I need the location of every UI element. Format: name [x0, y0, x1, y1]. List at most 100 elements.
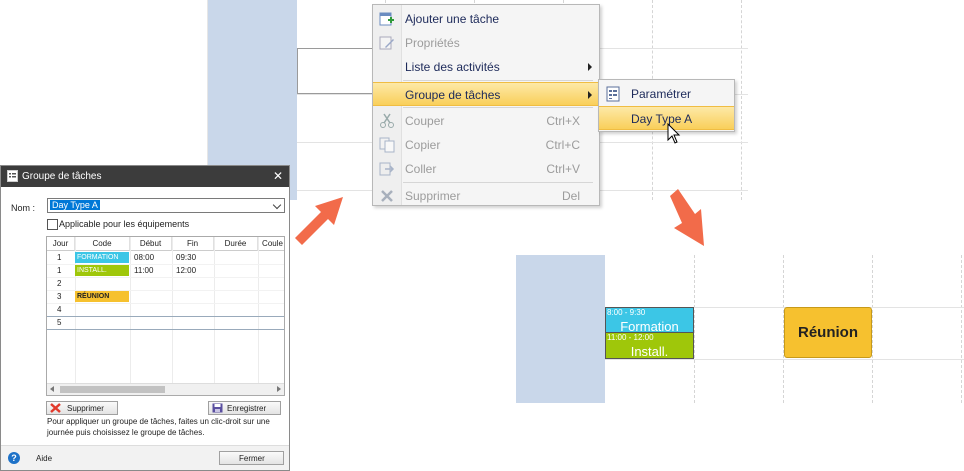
row-divider [47, 277, 284, 278]
submenu-item-configure[interactable]: Paramétrer [599, 82, 734, 106]
cell-day[interactable]: 4 [57, 303, 61, 316]
delete-button-label: Supprimer [67, 404, 104, 413]
cell-end[interactable]: 09:30 [176, 251, 196, 264]
row-divider [47, 316, 284, 317]
close-button-label: Fermer [239, 454, 265, 463]
dialog-footer: ? Aide Fermer [1, 445, 289, 470]
menu-item-label: Paramétrer [631, 87, 692, 101]
copy-icon [379, 137, 395, 153]
task-group-icon [7, 170, 18, 182]
context-menu: Ajouter une tâche Propriétés Liste des a… [372, 4, 600, 206]
grid-line [741, 0, 742, 200]
column-header[interactable]: Code [75, 237, 130, 251]
cell-end[interactable]: 12:00 [176, 264, 196, 277]
equipment-checkbox[interactable] [47, 219, 58, 230]
menu-item-copy[interactable]: Copier Ctrl+C [373, 133, 599, 157]
help-icon[interactable]: ? [8, 452, 20, 464]
column-header[interactable]: Fin [172, 237, 214, 251]
cell-day[interactable]: 1 [57, 251, 61, 264]
menu-item-paste[interactable]: Coller Ctrl+V [373, 157, 599, 181]
name-combobox[interactable]: Day Type A [47, 198, 285, 213]
cell-start[interactable]: 11:00 [134, 264, 153, 277]
arrow-icon [295, 197, 343, 245]
column-header[interactable]: Coule [258, 237, 284, 251]
menu-item-label: Day Type A [631, 112, 693, 126]
day-header-column [516, 255, 605, 403]
grid-line [872, 255, 873, 403]
menu-item-shortcut: Del [561, 189, 580, 203]
cell-day[interactable]: 5 [57, 316, 61, 329]
column-header[interactable]: Durée [214, 237, 258, 251]
save-button-label: Enregistrer [227, 404, 267, 413]
scroll-left-icon[interactable] [50, 386, 54, 392]
row-divider [47, 303, 284, 304]
menu-item-delete[interactable]: Supprimer Del [373, 184, 599, 205]
menu-item-properties[interactable]: Propriétés [373, 31, 599, 55]
task-time: 11:00 - 12:00 [607, 333, 654, 342]
save-button[interactable]: Enregistrer [208, 401, 281, 415]
dialog-title: Groupe de tâches [22, 171, 102, 182]
help-note: Pour appliquer un groupe de tâches, fait… [47, 417, 270, 437]
name-label: Nom : [11, 203, 36, 213]
cell-day[interactable]: 1 [57, 264, 61, 277]
menu-separator [403, 182, 593, 183]
chevron-down-icon[interactable] [272, 200, 282, 210]
menu-item-label: Liste des activités [405, 60, 500, 74]
horizontal-scrollbar[interactable] [47, 383, 284, 395]
task-group-dialog: Groupe de tâches ✕ Nom : Day Type A Appl… [0, 165, 290, 471]
result-calendar: 8:00 - 9:30 Formation 11:00 - 12:00 Inst… [516, 255, 964, 403]
menu-item-activity-list[interactable]: Liste des activités [373, 55, 599, 79]
task-time: 8:00 - 9:30 [607, 308, 646, 317]
menu-item-shortcut: Ctrl+X [546, 114, 580, 128]
arrow-icon [670, 189, 704, 246]
scroll-right-icon[interactable] [277, 386, 281, 392]
column-header[interactable]: Jour [47, 237, 75, 251]
save-icon [212, 403, 223, 413]
menu-item-cut[interactable]: Couper Ctrl+X [373, 109, 599, 133]
paste-icon [379, 162, 395, 176]
close-button[interactable]: Fermer [219, 451, 284, 465]
task-grid[interactable]: Jour Code Début Fin Durée Coule 1 FORMAT… [46, 236, 285, 396]
menu-item-add-task[interactable]: Ajouter une tâche [373, 7, 599, 31]
cell-day[interactable]: 3 [57, 290, 61, 303]
grid-line [961, 255, 962, 403]
column-header[interactable]: Début [130, 237, 172, 251]
delete-icon [50, 403, 61, 413]
row-divider [47, 329, 284, 330]
menu-item-shortcut: Ctrl+V [546, 162, 580, 176]
add-task-icon [379, 12, 394, 26]
task-formation[interactable]: 8:00 - 9:30 Formation [605, 307, 694, 334]
help-label[interactable]: Aide [36, 454, 52, 463]
delete-button[interactable]: Supprimer [46, 401, 118, 415]
grid-line [694, 255, 695, 403]
cell-code[interactable]: FORMATION [75, 252, 129, 263]
grid-line [258, 237, 259, 385]
submenu-arrow-icon [588, 91, 592, 99]
cut-icon [380, 113, 394, 128]
grid-line [172, 237, 173, 385]
mouse-cursor-icon [667, 123, 681, 144]
task-install[interactable]: 11:00 - 12:00 Install. [605, 332, 694, 359]
menu-item-label: Supprimer [405, 189, 461, 203]
cell-start[interactable]: 08:00 [134, 251, 154, 264]
dialog-title-bar: Groupe de tâches ✕ [1, 166, 289, 187]
grid-line [130, 237, 131, 385]
menu-item-task-group[interactable]: Groupe de tâches [373, 82, 599, 106]
grid-line [214, 237, 215, 385]
menu-item-label: Couper [405, 114, 445, 128]
equipment-checkbox-label: Applicable pour les équipements [59, 219, 190, 229]
cell-day[interactable]: 2 [57, 277, 61, 290]
close-icon[interactable]: ✕ [273, 169, 283, 183]
cell-code[interactable]: INSTALL. [75, 265, 129, 276]
cell-code[interactable]: RÉUNION [75, 291, 129, 302]
properties-icon [379, 36, 394, 50]
menu-item-label: Coller [405, 162, 437, 176]
menu-separator [403, 80, 593, 81]
scrollbar-thumb[interactable] [60, 386, 165, 393]
configure-icon [606, 86, 620, 102]
task-reunion[interactable]: Réunion [784, 307, 872, 358]
delete-icon [381, 190, 393, 202]
submenu-arrow-icon [588, 63, 592, 71]
name-value: Day Type A [50, 200, 100, 210]
task-name: Install. [630, 344, 669, 359]
